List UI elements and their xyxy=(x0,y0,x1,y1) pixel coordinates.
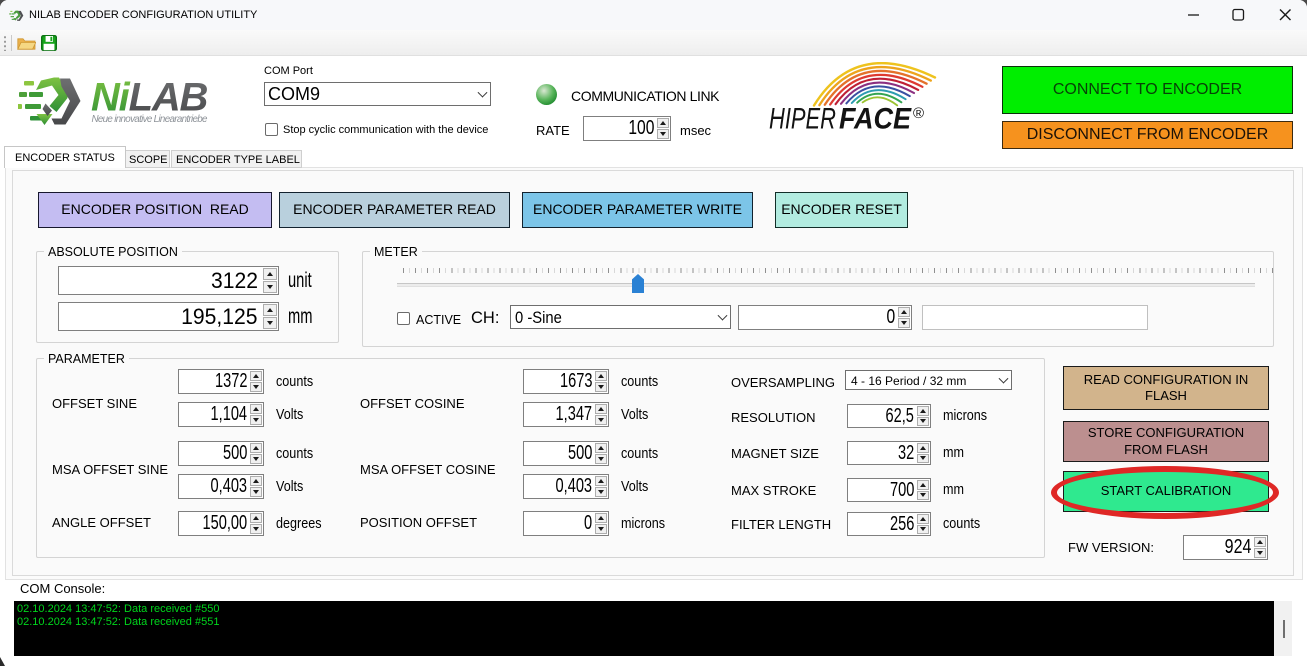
svg-text:Neue innovative Linearantriebe: Neue innovative Linearantriebe xyxy=(92,114,209,125)
svg-text:NiLAB: NiLAB xyxy=(91,76,208,120)
svg-text:®: ® xyxy=(913,105,924,122)
svg-text:FACE: FACE xyxy=(839,103,912,136)
svg-text:HIPER: HIPER xyxy=(769,103,836,136)
